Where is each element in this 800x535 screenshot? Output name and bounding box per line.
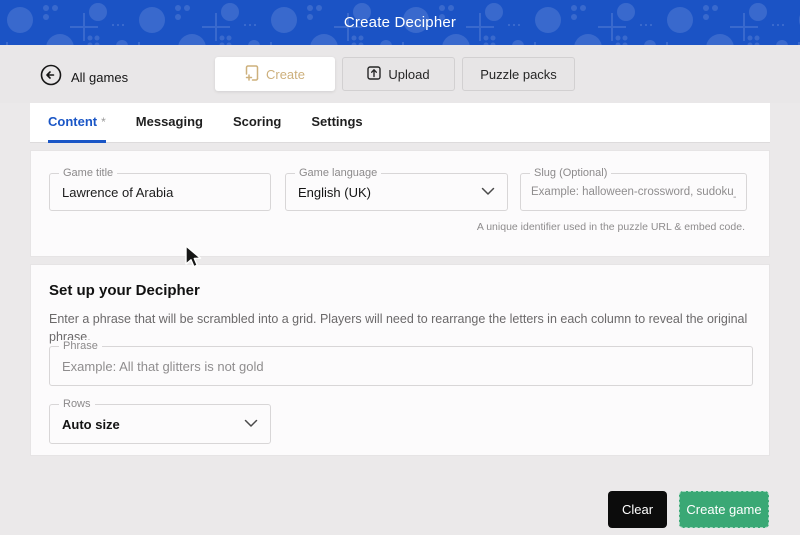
create-mode-button[interactable]: Create [215,57,335,91]
page-title: Create Decipher [343,14,457,31]
game-title-field: Game title [49,167,271,211]
game-language-value: English (UK) [298,184,371,200]
setup-description: Enter a phrase that will be scrambled in… [49,312,748,344]
rows-label: Rows [59,398,95,410]
tab-settings-label: Settings [311,114,363,129]
clear-button[interactable]: Clear [608,491,667,528]
toolbar: All games Create Upload Puzzle packs [0,45,800,103]
all-games-back-button[interactable]: All games [40,64,128,91]
upload-mode-button[interactable]: Upload [342,57,455,91]
game-language-select[interactable]: Game language English (UK) [285,167,508,211]
decipher-setup-card: Set up your Decipher Enter a phrase that… [30,264,770,456]
game-language-label: Game language [295,167,382,179]
rows-value: Auto size [62,416,120,432]
required-marker: * [101,115,106,129]
phrase-field: Phrase [49,340,753,386]
create-mode-label: Create [265,66,306,82]
tab-content[interactable]: Content * [48,103,106,143]
slug-label: Slug (Optional) [530,167,612,179]
phrase-label: Phrase [59,340,102,352]
upload-mode-label: Upload [388,66,430,82]
mode-switcher: Create Upload Puzzle packs [215,57,575,91]
create-game-button[interactable]: Create game [679,491,769,528]
game-title-input[interactable] [50,174,270,210]
puzzle-packs-label: Puzzle packs [480,66,557,82]
all-games-label: All games [71,70,129,85]
slug-input[interactable] [521,174,746,210]
game-title-label: Game title [59,167,118,179]
app-header: Create Decipher [0,0,800,45]
tab-content-label: Content [48,114,98,129]
tab-scoring-label: Scoring [232,114,282,129]
tab-messaging-label: Messaging [135,114,203,129]
tab-scoring[interactable]: Scoring [233,103,281,143]
game-details-card: Game title Game language English (UK) Sl… [30,150,770,257]
puzzle-packs-button[interactable]: Puzzle packs [462,57,575,91]
create-game-button-label: Create game [686,502,762,517]
section-tabbar: Content * Messaging Scoring Settings [30,103,770,143]
create-document-icon [245,64,259,84]
chevron-down-icon [481,183,495,201]
clear-button-label: Clear [621,502,654,517]
slug-helper-text: A unique identifier used in the puzzle U… [476,221,745,233]
tab-settings[interactable]: Settings [311,103,362,143]
rows-select[interactable]: Rows Auto size [49,398,271,444]
create-decipher-screen: Create Decipher All games Create Upload … [0,0,800,535]
tab-messaging[interactable]: Messaging [136,103,203,143]
setup-heading: Set up your Decipher [49,282,200,299]
phrase-input[interactable] [50,347,752,385]
chevron-down-icon [244,415,258,433]
slug-field: Slug (Optional) [520,167,747,211]
back-arrow-icon [40,64,62,91]
upload-icon [367,65,382,83]
